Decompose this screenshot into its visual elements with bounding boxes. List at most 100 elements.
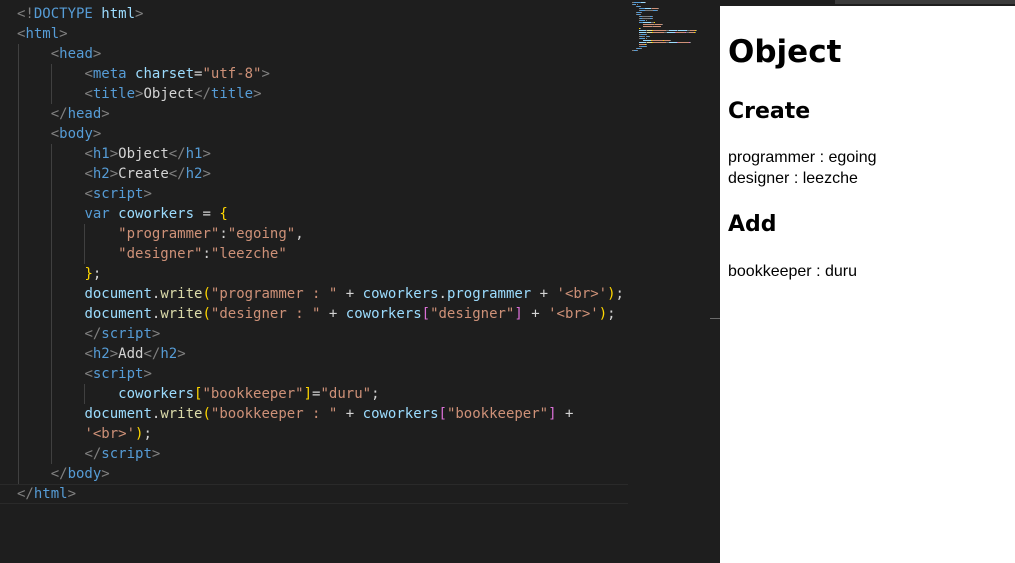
code-text[interactable]: <!DOCTYPE html> <html> <head> <meta chars… [17, 4, 624, 504]
minimap-stroke [640, 6, 642, 7]
code-line[interactable]: <script> [17, 184, 624, 204]
code-token: + [337, 406, 363, 422]
code-token: title [210, 86, 254, 102]
code-token: < [84, 346, 93, 362]
minimap-stroke [677, 42, 689, 43]
code-token: title [92, 86, 136, 102]
code-token: [ [421, 306, 431, 322]
code-token: document [84, 286, 152, 302]
minimap-stroke [642, 24, 654, 25]
code-editor[interactable]: <!DOCTYPE html> <html> <head> <meta chars… [0, 0, 720, 563]
code-token: h2 [92, 346, 110, 362]
code-line[interactable]: document. write("programmer : " + coworke… [17, 284, 624, 304]
minimap-stroke [668, 30, 677, 31]
code-token: programmer [446, 286, 532, 302]
code-line[interactable]: <html> [17, 24, 624, 44]
code-line[interactable]: document.write("designer : " + coworkers… [17, 304, 624, 324]
code-token: + [531, 286, 557, 302]
code-line[interactable]: </body> [17, 464, 624, 484]
code-token: coworkers [118, 386, 195, 402]
code-token: ; [143, 426, 152, 442]
minimap-stroke [652, 42, 667, 43]
code-token: > [202, 146, 211, 162]
code-line[interactable]: document.write("bookkeeper : " + coworke… [17, 404, 624, 424]
code-line[interactable]: <!DOCTYPE html> [17, 4, 624, 24]
code-token: script [101, 326, 152, 342]
minimap-stroke [633, 2, 641, 3]
code-token: </ [50, 106, 68, 122]
code-token: Object [143, 86, 195, 102]
code-token: "leezche" [210, 246, 287, 262]
minimap-stroke [641, 48, 642, 49]
code-line[interactable]: "programmer":"egoing", [17, 224, 624, 244]
code-line[interactable]: <h2>Add</h2> [17, 344, 624, 364]
code-token: "programmer" [118, 226, 220, 242]
minimap-stroke [652, 32, 665, 33]
code-token: > [101, 466, 110, 482]
code-line[interactable]: <h2>Create</h2> [17, 164, 624, 184]
minimap-stroke [642, 22, 651, 23]
minimap-stroke [639, 32, 647, 33]
code-token: html [25, 26, 60, 42]
code-token: < [50, 46, 60, 62]
code-token: > [151, 326, 161, 342]
code-line[interactable]: </script> [17, 324, 624, 344]
browser-preview: Object Create programmer : egoing design… [720, 6, 1015, 563]
code-token: '<br>' [556, 286, 608, 302]
code-token: . [438, 286, 447, 302]
code-line[interactable]: </script> [17, 444, 624, 464]
code-token: charset [135, 66, 195, 82]
code-token: h2 [92, 166, 110, 182]
code-line[interactable]: '<br>'); [17, 424, 624, 444]
minimap-stroke [677, 30, 687, 31]
minimap-stroke [658, 8, 660, 9]
code-token: = [194, 206, 220, 222]
minimap-stroke [639, 42, 647, 43]
code-token: ( [202, 286, 211, 302]
code-line[interactable]: <body> [17, 124, 624, 144]
editor-scrollbar[interactable] [710, 0, 720, 563]
code-token: write [160, 406, 203, 422]
preview-toolbar [835, 0, 1015, 4]
code-line[interactable]: </html> [17, 484, 624, 504]
code-line[interactable]: <head> [17, 44, 624, 64]
code-token: </ [84, 446, 102, 462]
code-token: ] [303, 386, 313, 402]
preview-heading-create: Create [728, 99, 811, 124]
minimap-stroke [667, 32, 676, 33]
code-token: , [295, 226, 304, 242]
code-line[interactable]: var coworkers = { [17, 204, 624, 224]
code-line[interactable]: <h1>Object</h1> [17, 144, 624, 164]
minimap[interactable] [632, 2, 712, 62]
code-token: h1 [185, 146, 203, 162]
code-token: html [101, 6, 136, 22]
code-token: coworkers [362, 406, 439, 422]
preview-line-bookkeeper: bookkeeper : duru [728, 263, 857, 280]
code-token: < [84, 166, 93, 182]
code-token: body [67, 466, 102, 482]
code-line[interactable]: "designer":"leezche" [17, 244, 624, 264]
code-line[interactable]: <script> [17, 364, 624, 384]
code-line[interactable]: }; [17, 264, 624, 284]
code-token: < [84, 86, 93, 102]
code-token: '<br>' [548, 306, 599, 322]
code-line[interactable]: </head> [17, 104, 624, 124]
code-token: + [522, 306, 549, 322]
minimap-stroke [652, 26, 661, 27]
code-token: : [219, 226, 228, 242]
code-line[interactable]: <meta charset="utf-8"> [17, 64, 624, 84]
code-line[interactable]: coworkers["bookkeeper"]="duru"; [17, 384, 624, 404]
code-line[interactable]: <title>Object</title> [17, 84, 624, 104]
minimap-stroke [636, 4, 638, 5]
minimap-stroke [645, 38, 647, 39]
code-token: > [143, 366, 152, 382]
minimap-stroke [654, 24, 662, 25]
code-token: </ [194, 86, 211, 102]
